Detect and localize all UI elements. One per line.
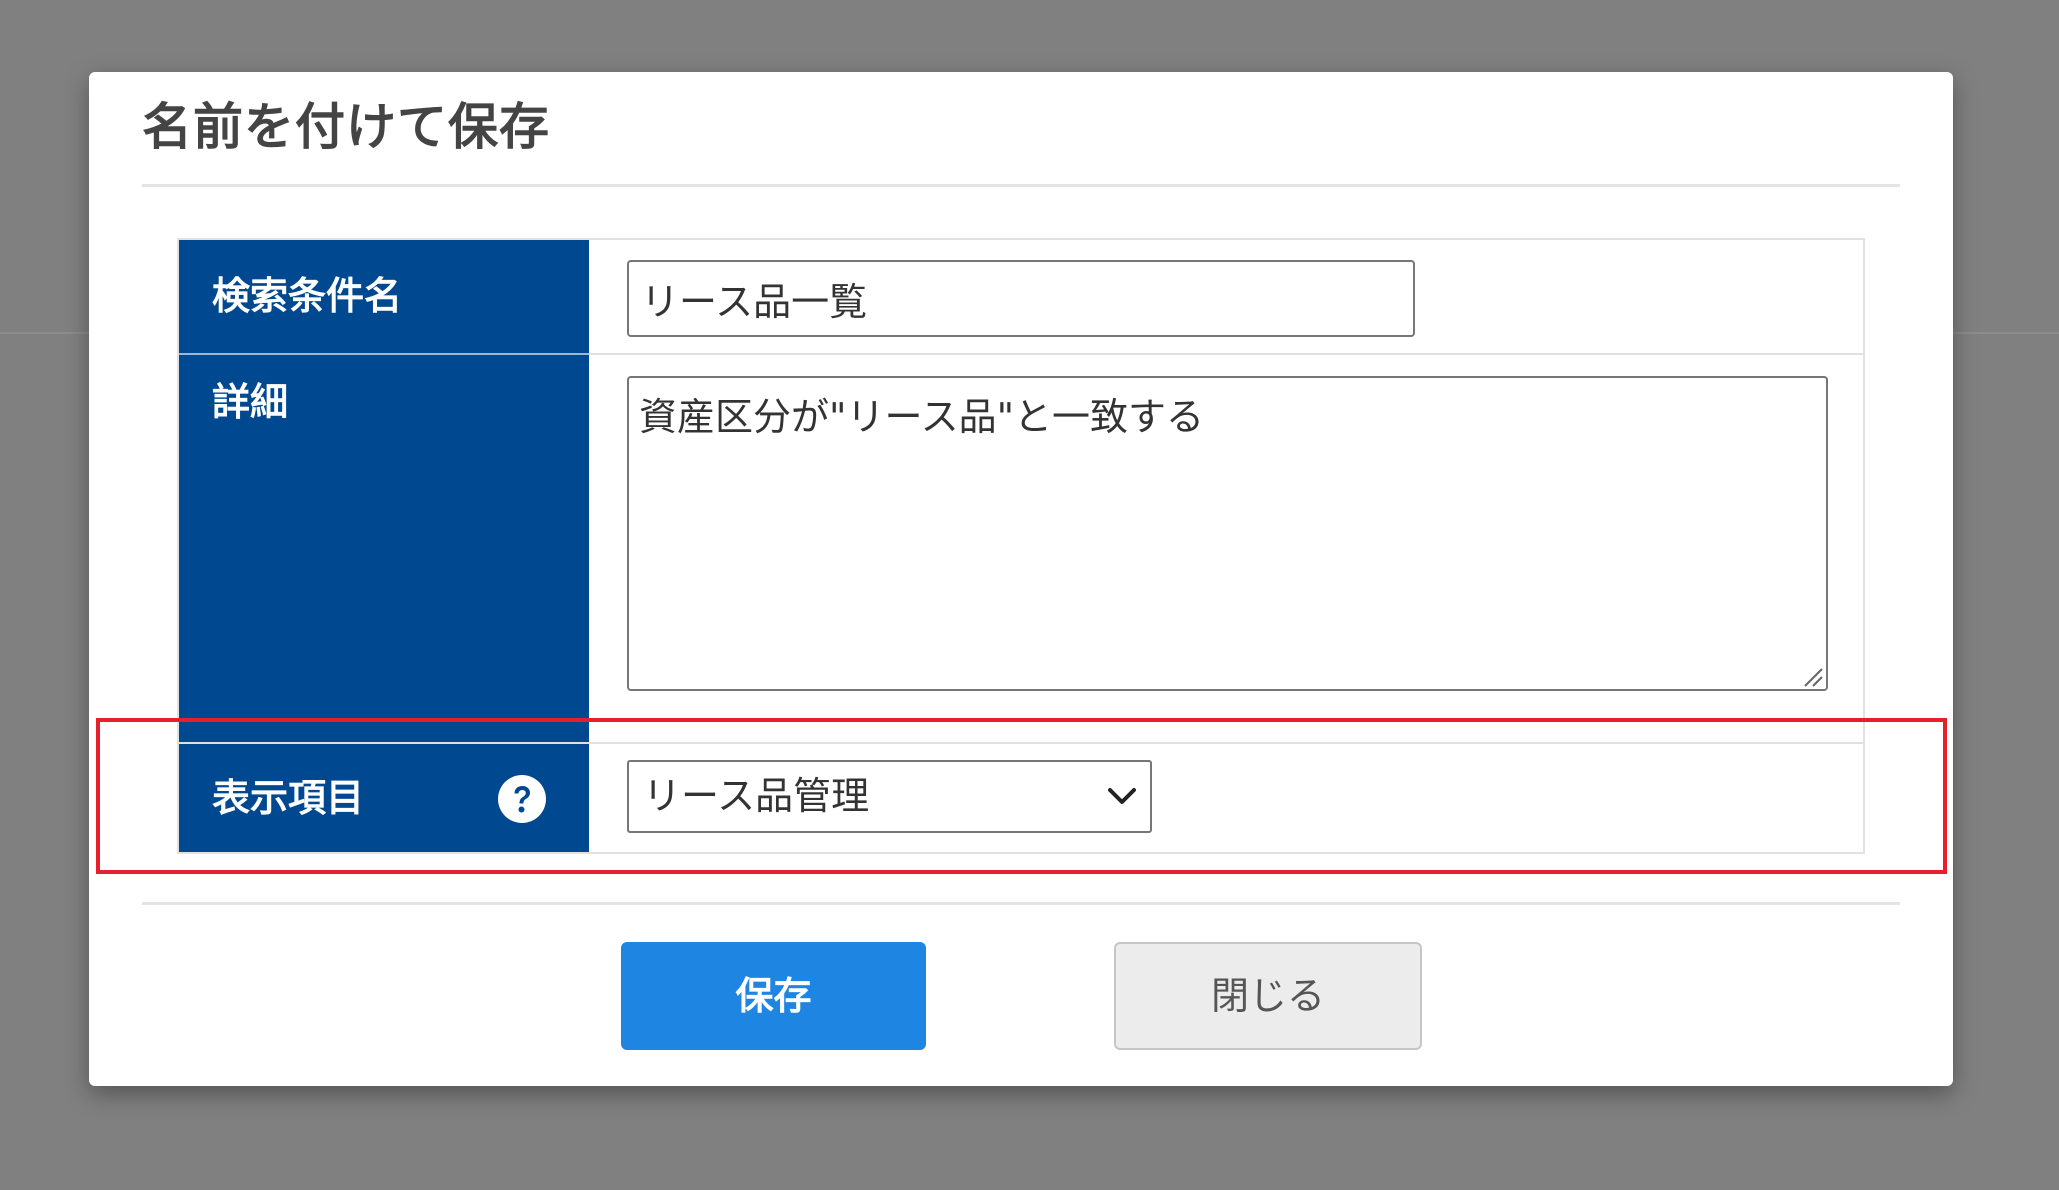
search-condition-name-label: 検索条件名 xyxy=(179,240,589,353)
detail-label: 詳細 xyxy=(179,355,589,776)
form-table: 検索条件名 詳細 資産区分が"リース品"と一致する xyxy=(177,238,1865,778)
detail-textarea[interactable]: 資産区分が"リース品"と一致する xyxy=(627,376,1828,691)
highlight-annotation xyxy=(96,718,1947,874)
save-as-dialog: 名前を付けて保存 検索条件名 詳細 資産区分が"リース品"と一致する 表示項目 … xyxy=(89,72,1953,1086)
row-divider xyxy=(589,353,1863,355)
search-condition-name-input[interactable] xyxy=(627,260,1415,337)
save-button[interactable]: 保存 xyxy=(621,942,926,1050)
title-divider xyxy=(142,184,1900,187)
resize-grip-icon[interactable] xyxy=(1801,665,1823,687)
dialog-title: 名前を付けて保存 xyxy=(142,98,550,156)
close-button[interactable]: 閉じる xyxy=(1114,942,1422,1050)
footer-divider xyxy=(142,902,1900,905)
